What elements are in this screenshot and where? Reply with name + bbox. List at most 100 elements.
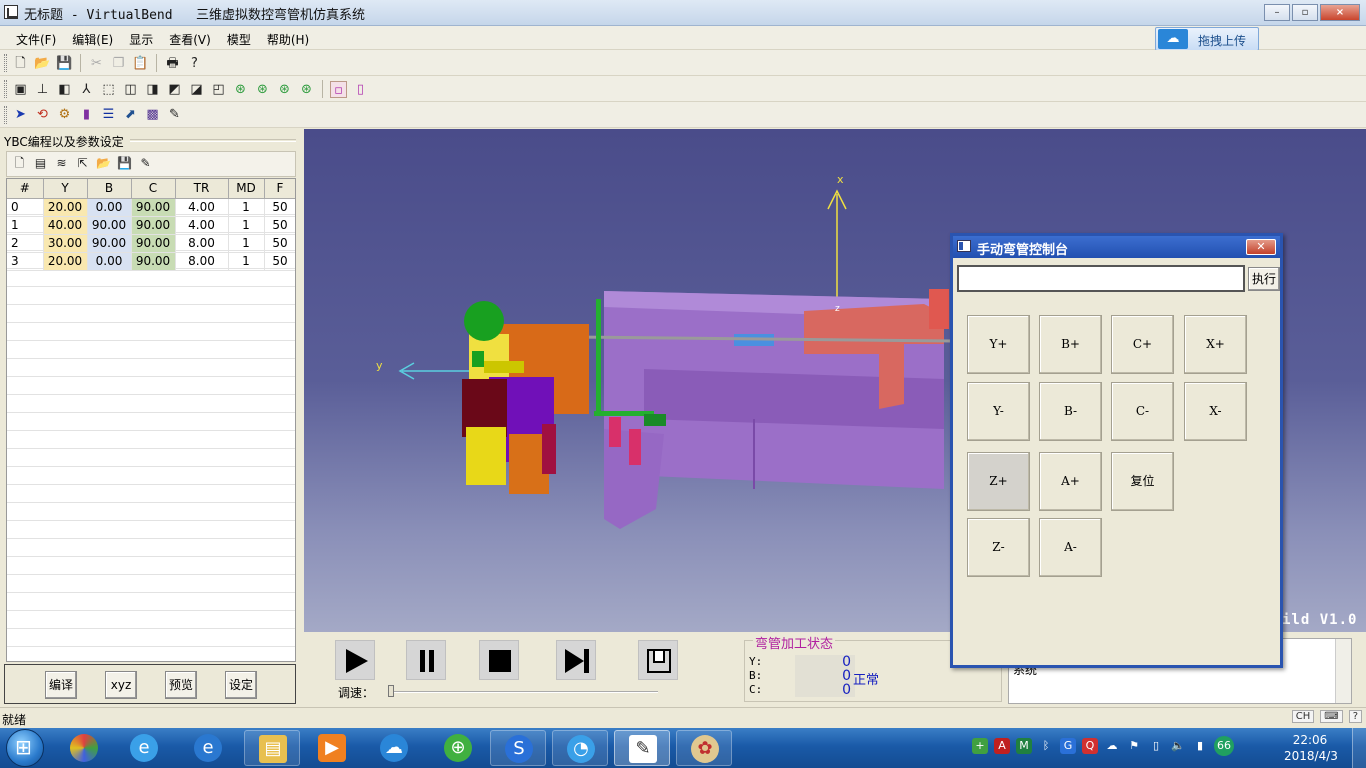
menu-model[interactable]: 模型 bbox=[219, 31, 259, 48]
cube-front-icon[interactable]: ⬚ bbox=[100, 81, 117, 98]
z-minus-button[interactable]: Z- bbox=[967, 518, 1030, 577]
table-cell[interactable]: 8.00 bbox=[175, 252, 229, 271]
door-icon[interactable]: ▮ bbox=[78, 106, 95, 123]
table-cell[interactable]: 50 bbox=[264, 198, 295, 217]
pen-icon[interactable]: ✎ bbox=[166, 106, 183, 123]
execute-button[interactable]: 执行 bbox=[1248, 267, 1280, 291]
menu-display[interactable]: 显示 bbox=[121, 31, 161, 48]
compile-button[interactable]: 编译 bbox=[45, 671, 77, 699]
table-cell[interactable]: 8.00 bbox=[175, 234, 229, 253]
antivirus-icon[interactable]: Q bbox=[1082, 738, 1098, 754]
axes-icon[interactable]: ⅄ bbox=[78, 81, 95, 98]
edit-icon[interactable]: ✎ bbox=[137, 155, 154, 172]
cut-icon[interactable]: ✂ bbox=[88, 55, 105, 72]
bluetooth-icon[interactable]: ᛒ bbox=[1038, 738, 1054, 754]
new-file-icon[interactable]: 🗋 bbox=[11, 155, 28, 172]
keyboard-icon[interactable]: ⌨ bbox=[1320, 710, 1343, 723]
preview-button[interactable]: 预览 bbox=[165, 671, 197, 699]
table-cell[interactable]: 1 bbox=[228, 198, 265, 217]
x-plus-button[interactable]: X+ bbox=[1184, 315, 1247, 374]
col-header[interactable]: F bbox=[264, 179, 295, 199]
taskbar-app-virtualbend[interactable]: ✎ bbox=[614, 730, 670, 766]
start-button[interactable] bbox=[6, 729, 44, 767]
table-row[interactable]: 2 30.00 90.00 90.00 8.00 1 50 bbox=[7, 234, 295, 253]
table-cell[interactable]: 90.00 bbox=[87, 234, 132, 253]
image-icon[interactable]: ▩ bbox=[144, 106, 161, 123]
export-icon[interactable]: ⇱ bbox=[74, 155, 91, 172]
message-scrollbar[interactable] bbox=[1335, 639, 1351, 703]
cube-iso-icon[interactable]: ◰ bbox=[210, 81, 227, 98]
flag-icon[interactable]: ⚑ bbox=[1126, 738, 1142, 754]
table-cell[interactable]: 40.00 bbox=[43, 216, 88, 235]
col-header[interactable]: B bbox=[87, 179, 132, 199]
table-cell[interactable]: 2 bbox=[7, 234, 44, 253]
pointer-icon[interactable]: ➤ bbox=[12, 106, 29, 123]
reset-button[interactable]: 复位 bbox=[1111, 452, 1174, 511]
table-cell[interactable]: 20.00 bbox=[43, 198, 88, 217]
open-folder-icon[interactable]: 📂 bbox=[34, 55, 51, 72]
rotate-icon[interactable]: ⟲ bbox=[34, 106, 51, 123]
taskbar-app-chat[interactable]: ◔ bbox=[552, 730, 608, 766]
table-cell[interactable]: 90.00 bbox=[131, 216, 176, 235]
cloud-sync-icon[interactable]: ☁ bbox=[1104, 738, 1120, 754]
table-cell[interactable]: 1 bbox=[228, 216, 265, 235]
taskbar-app-ie[interactable]: e bbox=[180, 730, 236, 766]
c-plus-button[interactable]: C+ bbox=[1111, 315, 1174, 374]
table-cell[interactable]: 20.00 bbox=[43, 252, 88, 271]
taskbar-app-sogou[interactable]: S bbox=[490, 730, 546, 766]
table-cell[interactable]: 30.00 bbox=[43, 234, 88, 253]
stop-button[interactable] bbox=[479, 640, 519, 680]
save-icon[interactable]: 💾 bbox=[116, 155, 133, 172]
close-button[interactable]: × bbox=[1320, 4, 1360, 21]
list-icon[interactable]: ☰ bbox=[100, 106, 117, 123]
pdf-icon[interactable]: A bbox=[994, 738, 1010, 754]
toolbar-grip[interactable] bbox=[4, 106, 7, 124]
dialog-close-button[interactable]: ✕ bbox=[1246, 239, 1276, 255]
menu-file[interactable]: 文件(F) bbox=[8, 31, 64, 48]
table-row[interactable]: 1 40.00 90.00 90.00 4.00 1 50 bbox=[7, 216, 295, 235]
network-icon[interactable]: ▮ bbox=[1192, 738, 1208, 754]
taskbar-app-cloud[interactable]: ☁ bbox=[366, 730, 422, 766]
cube-side-icon[interactable]: ◫ bbox=[122, 81, 139, 98]
step-button[interactable] bbox=[556, 640, 596, 680]
play-button[interactable] bbox=[335, 640, 375, 680]
a-plus-button[interactable]: A+ bbox=[1039, 452, 1102, 511]
table-cell[interactable]: 90.00 bbox=[131, 234, 176, 253]
table-row[interactable]: 0 20.00 0.00 90.00 4.00 1 50 bbox=[7, 198, 295, 217]
reset-view-button[interactable] bbox=[638, 640, 678, 680]
ime-help-icon[interactable]: ? bbox=[1348, 710, 1362, 723]
toolbar-grip[interactable] bbox=[4, 80, 7, 98]
taskbar-app-media[interactable]: ▶ bbox=[304, 730, 360, 766]
help-icon[interactable]: ? bbox=[186, 55, 203, 72]
maximize-button[interactable]: ▫ bbox=[1292, 4, 1318, 21]
paste-icon[interactable]: 📋 bbox=[132, 55, 149, 72]
menu-edit[interactable]: 编辑(E) bbox=[64, 31, 121, 48]
speed-slider[interactable] bbox=[388, 685, 658, 697]
table-cell[interactable]: 50 bbox=[264, 252, 295, 271]
xyz-button[interactable]: xyz bbox=[105, 671, 137, 699]
cube-back-icon[interactable]: ◩ bbox=[166, 81, 183, 98]
table-cell[interactable]: 90.00 bbox=[131, 198, 176, 217]
col-header[interactable]: MD bbox=[228, 179, 265, 199]
gear-icon[interactable]: ⚙ bbox=[56, 106, 73, 123]
document-icon[interactable]: ▤ bbox=[32, 155, 49, 172]
col-header[interactable]: Y bbox=[43, 179, 88, 199]
b-plus-button[interactable]: B+ bbox=[1039, 315, 1102, 374]
sphere-grid-3-icon[interactable]: ⊛ bbox=[276, 81, 293, 98]
wire-mode-icon[interactable]: ▯ bbox=[352, 81, 369, 98]
command-input[interactable] bbox=[957, 265, 1245, 292]
ime-language[interactable]: CH bbox=[1291, 710, 1315, 723]
table-cell[interactable]: 90.00 bbox=[131, 252, 176, 271]
print-icon[interactable]: 🖶 bbox=[164, 55, 181, 72]
stack-icon[interactable]: ≋ bbox=[53, 155, 70, 172]
table-cell[interactable]: 1 bbox=[228, 234, 265, 253]
toolbar-grip[interactable] bbox=[4, 54, 7, 72]
c-minus-button[interactable]: C- bbox=[1111, 382, 1174, 441]
performance-badge[interactable]: 66 bbox=[1214, 736, 1234, 756]
menu-help[interactable]: 帮助(H) bbox=[259, 31, 317, 48]
cube-red-icon[interactable]: ◪ bbox=[188, 81, 205, 98]
b-minus-button[interactable]: B- bbox=[1039, 382, 1102, 441]
battery-icon[interactable]: ▯ bbox=[1148, 738, 1164, 754]
x-minus-button[interactable]: X- bbox=[1184, 382, 1247, 441]
z-plus-button[interactable]: Z+ bbox=[967, 452, 1030, 511]
